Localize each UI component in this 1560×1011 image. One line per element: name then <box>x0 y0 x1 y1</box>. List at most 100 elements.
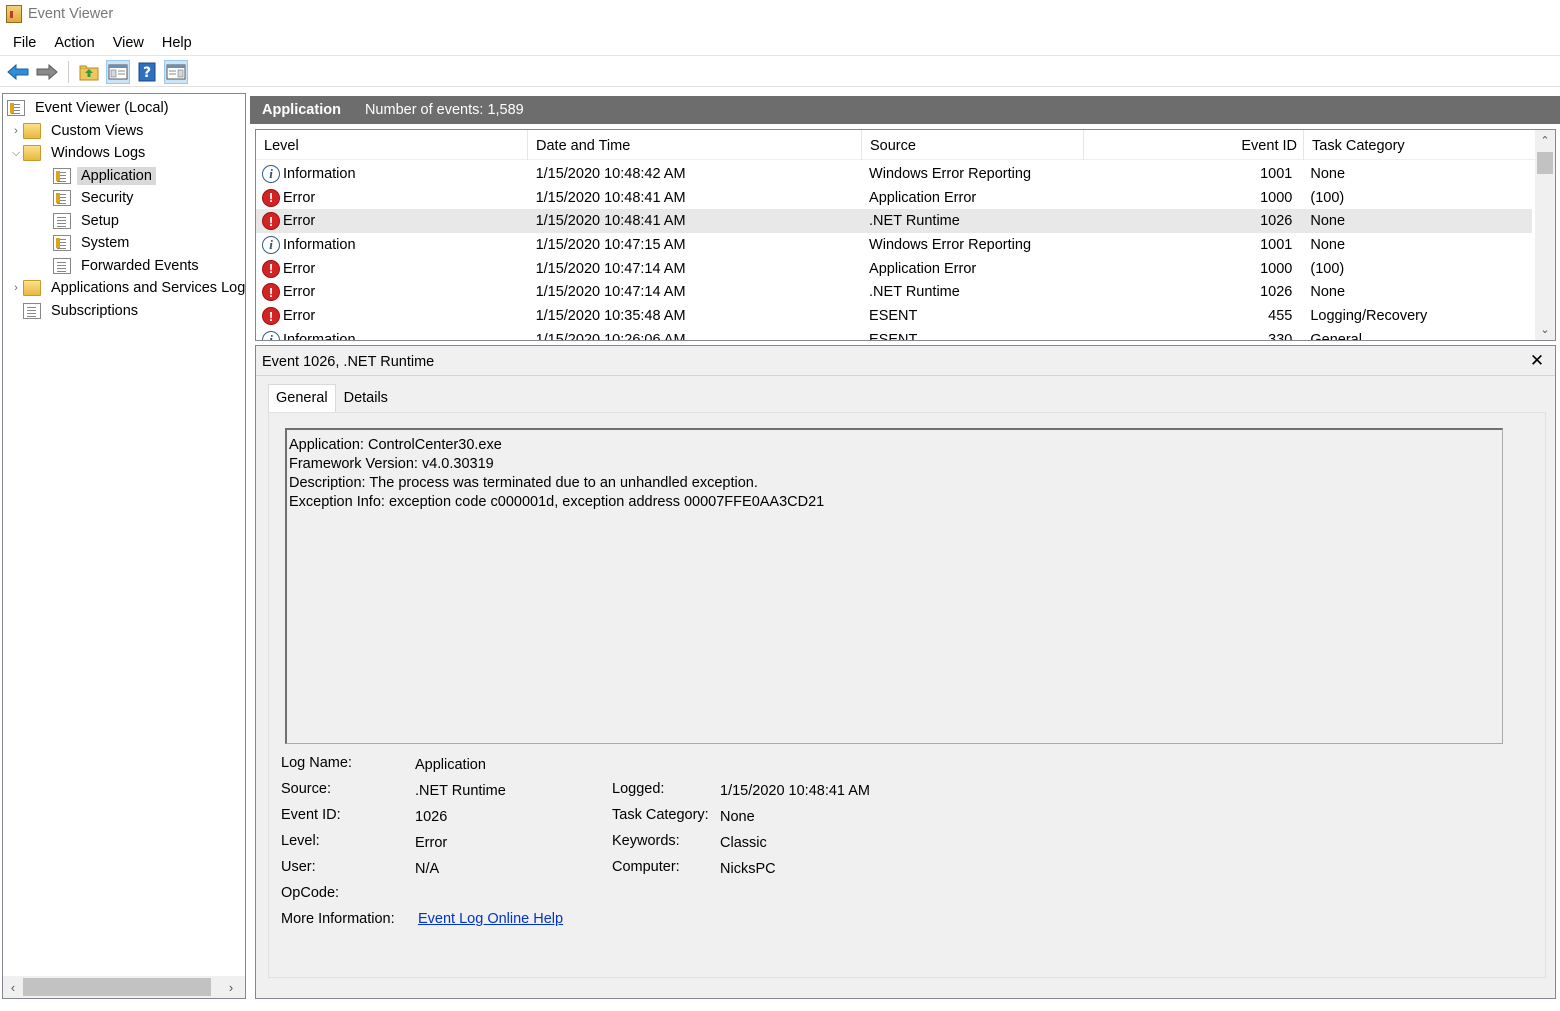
tree-item-apps-services[interactable]: › Applications and Services Log <box>9 277 245 299</box>
level-text: Error <box>283 307 316 324</box>
cell-source: Windows Error Reporting <box>869 236 1032 253</box>
table-row[interactable]: ! Error 1/15/2020 10:48:41 AM Application E… <box>256 186 1532 210</box>
column-event-id[interactable]: Event ID <box>1084 130 1304 160</box>
cell-level: i Information <box>256 235 528 254</box>
table-row[interactable]: i Information 1/15/2020 10:26:06 AM ESENT 33… <box>256 328 1532 341</box>
title-bar: Event Viewer <box>0 0 1560 28</box>
log-icon <box>53 190 71 206</box>
cell-datetime: 1/15/2020 10:26:06 AM <box>535 331 686 341</box>
cell-source: Application Error <box>869 260 977 277</box>
table-row[interactable]: i Information 1/15/2020 10:47:15 AM Windows… <box>256 233 1532 257</box>
cell-level: i Information <box>256 164 528 183</box>
column-date-time[interactable]: Date and Time <box>528 130 862 160</box>
cell-category: (100) <box>1310 189 1345 206</box>
table-row[interactable]: ! Error 1/15/2020 10:48:41 AM .NET Runtime 1… <box>256 209 1532 234</box>
tree-item-subscriptions[interactable]: Subscriptions <box>23 300 142 322</box>
error-icon: ! <box>262 259 280 278</box>
general-tab-body: Application: ControlCenter30.exe Framewo… <box>268 412 1546 978</box>
scroll-left-icon[interactable]: ‹ <box>3 980 23 995</box>
cell-datetime: 1/15/2020 10:35:48 AM <box>535 308 686 325</box>
show-hide-console-tree-icon[interactable] <box>106 59 130 84</box>
tree-root-label: Event Viewer (Local) <box>35 100 169 116</box>
description-line: Application: ControlCenter30.exe <box>289 437 502 453</box>
value-user: N/A <box>415 861 440 877</box>
scrollbar-thumb[interactable] <box>1537 152 1553 174</box>
event-log-online-help-link[interactable]: Event Log Online Help <box>418 911 563 927</box>
cell-datetime: 1/15/2020 10:47:14 AM <box>535 260 686 277</box>
level-text: Error <box>283 189 316 206</box>
information-icon: i <box>262 164 280 183</box>
vertical-scrollbar[interactable]: ⌃ ⌄ <box>1535 130 1555 340</box>
tree-item-windows-logs[interactable]: ⌵ Windows Logs <box>9 142 149 164</box>
tree-item-label: Forwarded Events <box>81 258 199 274</box>
grid-header: Level Date and Time Source Event ID Task… <box>256 130 1536 160</box>
horizontal-scrollbar[interactable]: ‹ › <box>3 976 245 998</box>
table-row[interactable]: ! Error 1/15/2020 10:35:48 AM ESENT 455 Loggi… <box>256 304 1532 328</box>
scroll-right-icon[interactable]: › <box>221 980 241 995</box>
table-row[interactable]: i Information 1/15/2020 10:48:42 AM Windows… <box>256 162 1532 186</box>
information-icon: i <box>262 235 280 254</box>
tree-item-setup[interactable]: Setup <box>53 210 123 232</box>
information-icon: i <box>262 330 280 340</box>
tree-item-label: System <box>81 235 130 251</box>
level-text: Information <box>283 331 356 341</box>
log-title: Application <box>262 102 341 118</box>
action-pane-icon[interactable] <box>164 59 188 84</box>
menu-view[interactable]: View <box>104 35 153 51</box>
chevron-right-icon[interactable]: › <box>9 282 23 294</box>
tree-item-label: Subscriptions <box>51 303 139 319</box>
menu-action[interactable]: Action <box>45 35 103 51</box>
error-icon: ! <box>262 283 280 302</box>
cell-source: .NET Runtime <box>869 284 960 301</box>
console-tree: Event Viewer (Local) › Custom Views ⌵ Wi… <box>2 93 246 999</box>
cell-level: ! Error <box>256 283 528 302</box>
tree-item-custom-views[interactable]: › Custom Views <box>9 120 147 142</box>
svg-text:?: ? <box>143 65 151 81</box>
error-icon: ! <box>262 307 280 326</box>
label-level: Level: <box>281 833 320 849</box>
label-more-information: More Information: <box>281 911 395 927</box>
cell-source: ESENT <box>869 331 918 341</box>
column-task-category[interactable]: Task Category <box>1304 130 1534 160</box>
chevron-right-icon[interactable]: › <box>9 125 23 137</box>
cell-level: ! Error <box>256 259 528 278</box>
tree-item-system[interactable]: System <box>53 232 133 254</box>
close-icon[interactable]: ✕ <box>1529 352 1545 370</box>
event-description[interactable]: Application: ControlCenter30.exe Framewo… <box>285 428 1503 744</box>
forward-icon[interactable] <box>35 60 59 84</box>
level-text: Error <box>283 284 316 301</box>
tree-root[interactable]: Event Viewer (Local) <box>7 97 173 119</box>
log-icon <box>53 168 71 184</box>
results-pane: Application Number of events: 1,589 Leve… <box>250 93 1560 999</box>
scrollbar-thumb[interactable] <box>23 978 211 996</box>
column-source[interactable]: Source <box>862 130 1084 160</box>
tree-item-security[interactable]: Security <box>53 187 137 209</box>
cell-category: General <box>1310 331 1362 341</box>
table-row[interactable]: ! Error 1/15/2020 10:47:14 AM Application E… <box>256 257 1532 281</box>
menu-help[interactable]: Help <box>153 35 201 51</box>
event-viewer-icon <box>7 100 25 116</box>
cell-event-id: 1001 <box>1260 236 1293 253</box>
value-log-name: Application <box>415 757 486 773</box>
cell-source: ESENT <box>869 308 918 325</box>
menu-file[interactable]: File <box>4 35 45 51</box>
cell-source: Application Error <box>869 189 977 206</box>
column-level[interactable]: Level <box>256 130 528 160</box>
tree-item-forwarded-events[interactable]: Forwarded Events <box>53 255 203 277</box>
tree-item-application[interactable]: Application <box>53 165 156 187</box>
tab-general[interactable]: General <box>268 384 336 412</box>
back-icon[interactable] <box>6 60 30 84</box>
cell-event-id: 1026 <box>1260 284 1293 301</box>
table-row[interactable]: ! Error 1/15/2020 10:47:14 AM .NET Runtime 1… <box>256 281 1532 305</box>
value-computer: NicksPC <box>720 861 776 877</box>
tab-details[interactable]: Details <box>336 384 396 412</box>
chevron-down-icon[interactable]: ⌵ <box>9 147 23 160</box>
folder-up-icon[interactable] <box>77 60 101 84</box>
scroll-up-icon[interactable]: ⌃ <box>1535 134 1555 147</box>
label-log-name: Log Name: <box>281 755 352 771</box>
scroll-down-icon[interactable]: ⌄ <box>1535 323 1555 336</box>
help-icon[interactable]: ? <box>135 60 159 84</box>
tree-item-label: Security <box>81 190 134 206</box>
cell-category: None <box>1310 165 1346 182</box>
detail-tabs: General Details <box>268 384 396 412</box>
